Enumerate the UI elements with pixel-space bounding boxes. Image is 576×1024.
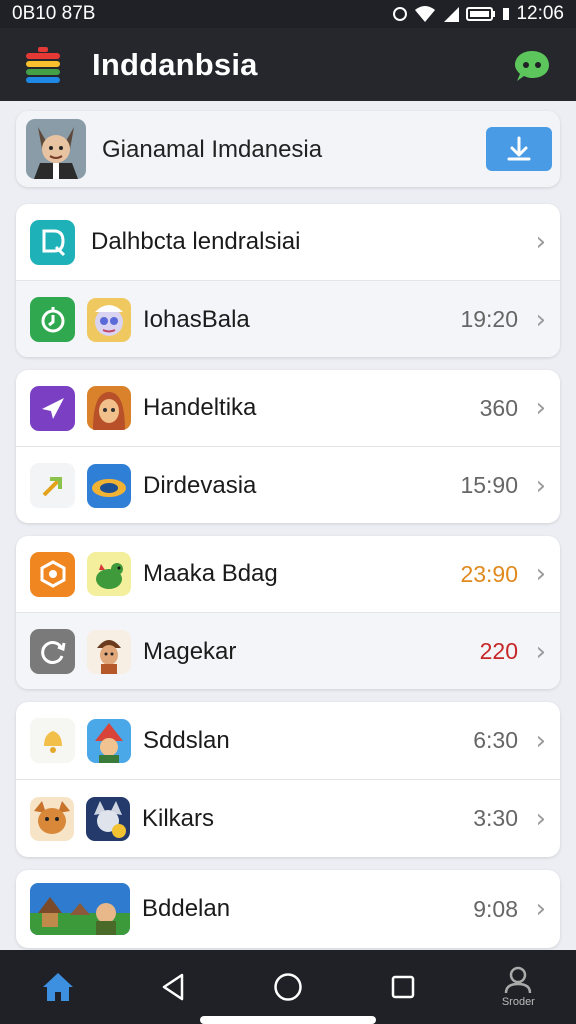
hexagon-app-icon: [30, 551, 75, 597]
battery-saver-icon: [503, 8, 510, 20]
refresh-app-icon: [30, 629, 75, 674]
chevron-right-icon: ›: [535, 227, 546, 257]
row-label: IohasBala: [143, 305, 250, 333]
app-logo-icon[interactable]: [24, 45, 62, 85]
profile-icon: [505, 966, 532, 994]
bottom-nav: Sroder: [0, 950, 576, 1024]
signal-icon: [444, 7, 460, 22]
list-item[interactable]: Kilkars 3:30 ›: [16, 780, 560, 857]
status-bar: 0B10 87B 12:06: [0, 0, 576, 28]
menu-card-1: Dalhbcta lendralsiai › IohasBala 19:20 ›: [16, 204, 560, 357]
nav-back-button[interactable]: [143, 957, 203, 1017]
chevron-right-icon: ›: [535, 559, 546, 589]
recents-square-icon: [391, 975, 415, 999]
list-item[interactable]: Maaka Bdag 23:90 ›: [16, 536, 560, 613]
home-icon: [42, 973, 73, 1001]
game-avatar: [87, 386, 131, 430]
row-value: 9:08: [473, 895, 518, 922]
nav-recents-button[interactable]: [373, 957, 433, 1017]
status-icons: 12:06: [392, 3, 564, 25]
row-label: Bddelan: [142, 895, 231, 922]
chat-icon[interactable]: [512, 46, 552, 86]
row-label: Dirdevasia: [143, 471, 257, 499]
row-value: 3:30: [473, 805, 518, 831]
menu-card-5: Bddelan 9:08 ›: [16, 870, 560, 948]
app-bar: Inddanbsia: [0, 28, 576, 101]
home-circle-icon: [274, 973, 302, 1001]
banner-label: Gianamal Imdanesia: [102, 136, 323, 163]
list-item[interactable]: Handeltika 360 ›: [16, 370, 560, 447]
wifi-icon: [415, 6, 436, 22]
battery-icon: [466, 7, 496, 21]
list-item[interactable]: Dirdevasia 15:90 ›: [16, 447, 560, 523]
banner-card[interactable]: Gianamal Imdanesia: [16, 111, 560, 187]
plane-app-icon: [30, 385, 75, 431]
character-avatar: [26, 119, 86, 179]
download-button[interactable]: [486, 127, 552, 171]
bell-app-icon: [30, 718, 75, 763]
list-item[interactable]: Bddelan 9:08 ›: [16, 870, 560, 948]
row-label: Kilkars: [142, 804, 215, 832]
row-value: 15:90: [460, 472, 518, 498]
menu-card-4: Sddslan 6:30 › Kilkars 3:30 ›: [16, 702, 560, 857]
game-avatar: [86, 796, 130, 841]
row-value: 19:20: [460, 306, 518, 332]
menu-card-2: Handeltika 360 › Dirdevasia 15:90 ›: [16, 370, 560, 523]
game-banner-image: [30, 883, 130, 935]
nav-profile-label: Sroder: [501, 996, 535, 1008]
list-item[interactable]: Magekar 220 ›: [16, 613, 560, 689]
chevron-right-icon: ›: [535, 304, 546, 335]
status-left-text: 0B10 87B: [12, 3, 96, 24]
row-label: Magekar: [143, 637, 237, 665]
home-indicator[interactable]: [200, 1016, 376, 1024]
game-avatar: [87, 552, 131, 596]
row-label: Maaka Bdag: [143, 560, 278, 587]
download-icon: [507, 136, 531, 161]
game-avatar: [87, 629, 131, 674]
game-avatar: [30, 796, 74, 841]
nav-home-circle-button[interactable]: [258, 957, 318, 1017]
chevron-right-icon: ›: [535, 803, 546, 834]
chevron-right-icon: ›: [535, 470, 546, 501]
list-item[interactable]: Sddslan 6:30 ›: [16, 702, 560, 780]
game-avatar: [87, 297, 131, 342]
row-value: 220: [479, 638, 518, 664]
chevron-right-icon: ›: [535, 393, 546, 423]
menu-card-3: Maaka Bdag 23:90 › Magekar 220 ›: [16, 536, 560, 689]
chevron-right-icon: ›: [535, 636, 546, 667]
clock-app-icon: [30, 297, 75, 342]
chevron-right-icon: ›: [535, 894, 546, 924]
row-label: Dalhbcta lendralsiai: [91, 228, 301, 255]
search-app-icon: [30, 219, 75, 265]
row-value: 23:90: [460, 560, 518, 587]
game-avatar: [87, 718, 131, 763]
app-title: Inddanbsia: [92, 46, 258, 82]
nav-home-button[interactable]: [28, 957, 88, 1017]
row-label: Handeltika: [143, 394, 257, 421]
nav-profile-button[interactable]: Sroder: [488, 957, 548, 1017]
row-value: 360: [479, 394, 518, 421]
list-item[interactable]: IohasBala 19:20 ›: [16, 281, 560, 357]
notification-icon: [393, 7, 408, 21]
chevron-right-icon: ›: [535, 725, 546, 756]
row-value: 6:30: [473, 727, 518, 753]
row-label: Sddslan: [143, 726, 230, 754]
back-triangle-icon: [162, 973, 184, 1001]
status-time: 12:06: [516, 3, 564, 24]
arrow-app-icon: [30, 463, 75, 508]
game-avatar: [87, 463, 131, 508]
list-item[interactable]: Dalhbcta lendralsiai ›: [16, 204, 560, 281]
